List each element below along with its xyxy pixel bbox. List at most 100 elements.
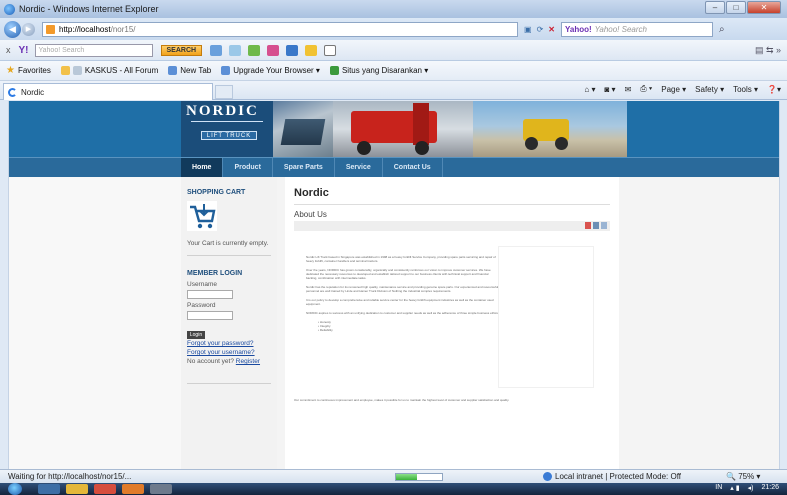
tools-menu[interactable]: Tools ▾ <box>733 85 758 94</box>
yahoo-search-button[interactable]: SEARCH <box>160 44 203 56</box>
forgot-username-link[interactable]: Forgot your username? <box>187 349 255 356</box>
yahoo-search-input[interactable]: Yahoo! Search <box>34 43 153 57</box>
intranet-icon <box>543 472 552 481</box>
clock[interactable]: 21:26 <box>761 484 779 492</box>
article-image-placeholder <box>499 247 593 387</box>
tab-row: Nordic ⌂ ▾ ◙ ▾ ✉ ⎙ ▾ Page ▾ Safety ▾ Too… <box>0 81 787 100</box>
window-title: Nordic - Windows Internet Explorer <box>19 4 159 14</box>
minimize-button[interactable]: – <box>705 1 725 14</box>
page-menu[interactable]: Page ▾ <box>661 85 686 94</box>
favorite-suggested-label: Situs yang Disarankan ▾ <box>341 66 429 75</box>
media-taskbar-icon[interactable] <box>94 484 116 494</box>
nav-spare-parts[interactable]: Spare Parts <box>273 158 335 178</box>
page-favicon <box>46 24 55 34</box>
help-icon[interactable]: ❓▾ <box>767 85 781 94</box>
banner-photo-forklift <box>333 101 473 157</box>
address-field[interactable]: http://localhost/nor15/ <box>42 21 518 37</box>
answers-icon[interactable] <box>305 44 318 56</box>
article-text: Nordic Lift Truck based in Singapore was… <box>306 255 500 337</box>
ie-page-icon <box>168 66 178 75</box>
nav-product[interactable]: Product <box>223 158 273 178</box>
logo-divider <box>191 121 263 122</box>
toolbar-options-icon[interactable]: ▤ ⇆ » <box>755 45 781 56</box>
nav-contact-us[interactable]: Contact Us <box>383 158 443 178</box>
username-input[interactable] <box>187 290 233 299</box>
register-link[interactable]: Register <box>236 358 260 365</box>
favorite-item[interactable]: KASKUS - All Forum <box>60 66 159 75</box>
safety-menu[interactable]: Safety ▾ <box>695 85 724 94</box>
network-icon[interactable]: ▴ ▮ <box>730 484 739 492</box>
favorites-label: Favorites <box>17 66 51 75</box>
favorite-item[interactable]: New Tab <box>168 66 211 75</box>
forgot-password-link[interactable]: Forgot your password? <box>187 340 253 347</box>
security-zone[interactable]: Local intranet | Protected Mode: Off <box>543 472 681 481</box>
news-icon[interactable] <box>267 44 280 56</box>
site-logo[interactable]: NORDIC LIFT TRUCK <box>181 101 273 157</box>
firefox-taskbar-icon[interactable] <box>122 484 144 494</box>
password-label: Password <box>187 302 216 309</box>
new-tab-button[interactable] <box>215 85 233 99</box>
left-gutter <box>9 177 181 469</box>
taskbar-apps <box>38 484 172 494</box>
site-nav-bar: Home Product Spare Parts Service Contact… <box>9 157 779 178</box>
article-paragraph: Nordic Lift Truck based in Singapore was… <box>306 255 496 263</box>
ie-taskbar-icon[interactable] <box>38 484 60 494</box>
loader-wheel <box>525 137 538 150</box>
favorites-star-icon[interactable]: ★ <box>6 65 15 76</box>
login-button[interactable]: Login <box>187 331 205 339</box>
forklift-wheel <box>415 141 429 155</box>
feeds-icon[interactable]: ◙ ▾ <box>604 85 615 94</box>
page-viewport: NORDIC LIFT TRUCK Home Product Spare Par… <box>8 101 780 469</box>
sidebar-divider <box>187 255 271 256</box>
address-tools: ▣ ⟳ ✕ <box>524 25 555 34</box>
search-engine-logo: Yahoo! <box>564 24 592 34</box>
yahoo-logo[interactable]: Y! <box>19 45 29 56</box>
refresh-icon[interactable]: ⟳ <box>537 25 544 34</box>
bookmark-icon[interactable] <box>324 44 337 56</box>
favorites-button[interactable]: Favorites <box>18 66 51 75</box>
print-icon[interactable]: ⎙ ▾ <box>640 84 652 94</box>
explorer-taskbar-icon[interactable] <box>66 484 88 494</box>
forklift-wheel <box>357 141 371 155</box>
weather-icon[interactable] <box>229 44 242 56</box>
toolbar-close-icon[interactable]: x <box>6 45 11 55</box>
kaskus-icon <box>72 66 82 75</box>
add-favorite-icon <box>60 66 70 75</box>
read-mail-icon[interactable]: ✉ <box>625 85 632 94</box>
banner-photo-loader <box>473 101 627 157</box>
start-button[interactable] <box>8 483 22 495</box>
pdf-icon[interactable] <box>585 222 591 229</box>
compatibility-icon[interactable]: ▣ <box>524 25 532 34</box>
stop-icon[interactable]: ✕ <box>548 25 555 34</box>
messenger-icon[interactable] <box>286 44 299 56</box>
app-taskbar-icon[interactable] <box>150 484 172 494</box>
zoom-value: 75% <box>738 472 755 481</box>
system-tray: IN ▴ ▮ ◂) 21:26 <box>715 484 779 492</box>
language-indicator[interactable]: IN <box>715 484 722 492</box>
email-icon[interactable] <box>601 222 607 229</box>
address-row: ◀ ▶ http://localhost/nor15/ ▣ ⟳ ✕ Yahoo!… <box>0 18 787 40</box>
cart-icon[interactable] <box>187 201 217 231</box>
ie-page-icon <box>221 66 231 75</box>
favorite-item[interactable]: Situs yang Disarankan ▾ <box>329 66 429 75</box>
nav-home[interactable]: Home <box>181 158 224 178</box>
maximize-button[interactable]: □ <box>726 1 746 14</box>
search-icon[interactable]: ⌕ <box>719 24 725 35</box>
mail-icon[interactable] <box>210 44 223 56</box>
zoom-level[interactable]: 🔍 75% ▾ <box>726 472 760 481</box>
close-button[interactable]: ✕ <box>747 1 781 14</box>
nav-service[interactable]: Service <box>335 158 383 178</box>
back-button[interactable]: ◀ <box>4 20 21 38</box>
games-icon[interactable] <box>248 44 261 56</box>
tab-nordic[interactable]: Nordic <box>3 83 213 100</box>
browser-search-input[interactable]: Yahoo! Yahoo! Search <box>560 21 713 37</box>
password-input[interactable] <box>187 311 233 320</box>
forward-button[interactable]: ▶ <box>22 22 35 36</box>
suggested-sites-icon <box>329 66 339 75</box>
print-article-icon[interactable] <box>593 222 599 229</box>
home-icon[interactable]: ⌂ ▾ <box>584 85 595 94</box>
article-title: About Us <box>294 210 327 219</box>
favorite-item[interactable]: Upgrade Your Browser ▾ <box>221 66 320 75</box>
favorite-kaskus-label: KASKUS - All Forum <box>84 66 159 75</box>
volume-icon[interactable]: ◂) <box>748 484 754 492</box>
